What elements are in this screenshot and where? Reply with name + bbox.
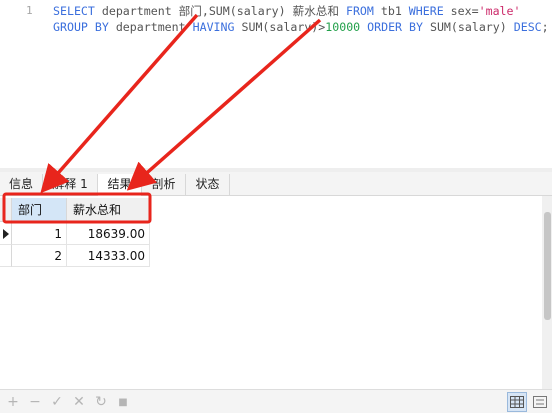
- tab-info-label: 信息: [8, 177, 33, 191]
- sql-token: DESC: [513, 20, 542, 34]
- tab-result[interactable]: 结果: [98, 174, 142, 197]
- line-number: 1: [26, 4, 33, 17]
- tab-result-label: 结果: [107, 177, 132, 191]
- column-header-department[interactable]: 部门: [12, 198, 67, 222]
- tab-status-label: 状态: [195, 177, 220, 191]
- table-cell[interactable]: 1: [12, 223, 67, 245]
- discard-changes-icon[interactable]: ✕: [70, 393, 88, 411]
- sql-line-1[interactable]: SELECT department 部门,SUM(salary) 薪水总和 FR…: [53, 3, 521, 19]
- sql-token: FROM: [345, 4, 374, 18]
- sql-token: sex=: [443, 4, 479, 18]
- tab-info[interactable]: 信息: [0, 174, 43, 196]
- row-selector[interactable]: [0, 223, 12, 245]
- sql-token: ;: [541, 20, 549, 34]
- vertical-scrollbar[interactable]: [542, 196, 552, 389]
- sql-token: department: [108, 20, 193, 34]
- tab-explain[interactable]: 解释 1: [43, 174, 98, 196]
- result-tab-bar: 信息 解释 1 结果 剖析 状态: [0, 172, 552, 197]
- sql-token: SELECT: [53, 4, 95, 18]
- sql-line-2[interactable]: GROUP BY department HAVING SUM(salary)>1…: [53, 19, 549, 35]
- sql-token: SUM: [208, 4, 230, 18]
- apply-changes-icon[interactable]: ✓: [48, 393, 66, 411]
- grid-view-icon[interactable]: [507, 392, 527, 412]
- sql-token: SUM(salary)>: [234, 20, 326, 34]
- delete-record-icon[interactable]: −: [26, 393, 44, 411]
- column-header-label: 薪水总和: [73, 203, 122, 217]
- stop-icon[interactable]: ■: [114, 393, 132, 411]
- scrollbar-thumb[interactable]: [544, 212, 551, 320]
- row-header-corner: [0, 198, 12, 222]
- sql-token: GROUP BY: [53, 20, 109, 34]
- sql-editor[interactable]: 1 SELECT department 部门,SUM(salary) 薪水总和 …: [0, 0, 552, 168]
- form-view-glyph: [533, 396, 547, 408]
- tab-explain-label: 解释 1: [52, 177, 88, 191]
- column-header-salary-sum[interactable]: 薪水总和: [67, 198, 150, 222]
- result-grid[interactable]: 部门 薪水总和 1 18639.00 2 14333.00: [0, 196, 552, 389]
- table-cell[interactable]: 2: [12, 245, 67, 267]
- table-cell[interactable]: 14333.00: [67, 245, 150, 267]
- current-row-icon: [3, 229, 9, 239]
- add-record-icon[interactable]: +: [4, 393, 22, 411]
- row-selector[interactable]: [0, 245, 12, 267]
- tab-profile-label: 剖析: [151, 177, 176, 191]
- sql-token: HAVING: [192, 20, 235, 34]
- column-header-label: 部门: [18, 203, 43, 217]
- sql-token: (salary) 薪水总和: [229, 4, 346, 18]
- sql-token: 10000: [325, 20, 361, 34]
- line-number-gutter: 1: [0, 0, 40, 168]
- bottom-toolbar: + − ✓ ✕ ↻ ■: [0, 389, 552, 413]
- sql-token: WHERE: [408, 4, 444, 18]
- sql-token: department 部门,: [94, 4, 209, 18]
- grid-view-glyph: [510, 396, 524, 408]
- table-cell[interactable]: 18639.00: [67, 223, 150, 245]
- tab-profile[interactable]: 剖析: [142, 174, 186, 196]
- refresh-icon[interactable]: ↻: [92, 393, 110, 411]
- tab-status[interactable]: 状态: [186, 174, 230, 196]
- sql-token: 'male': [478, 4, 521, 18]
- sql-token: SUM(salary): [422, 20, 514, 34]
- form-view-icon[interactable]: [530, 392, 550, 412]
- sql-token: tb1: [373, 4, 409, 18]
- sql-token: ORDER BY: [367, 20, 423, 34]
